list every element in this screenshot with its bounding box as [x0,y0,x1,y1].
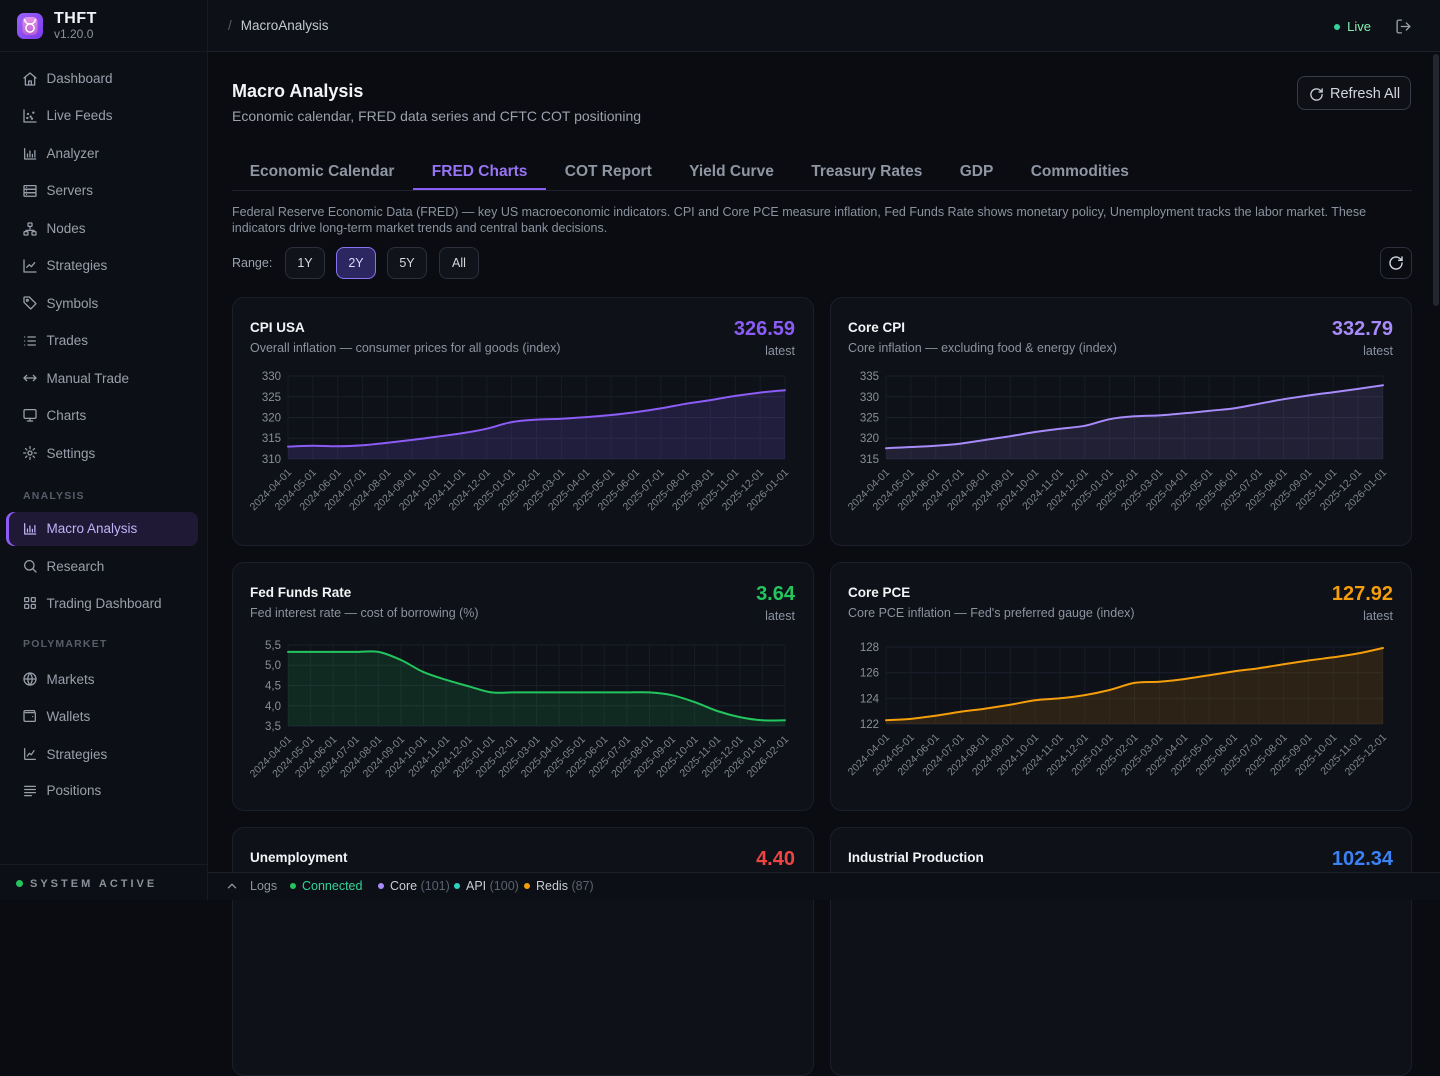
svg-text:124: 124 [860,693,880,705]
svg-text:325: 325 [262,392,281,404]
svg-text:330: 330 [262,371,281,383]
svg-text:315: 315 [860,454,879,466]
svg-text:320: 320 [262,413,281,425]
svg-text:3,5: 3,5 [265,721,281,733]
svg-text:5,0: 5,0 [265,660,281,672]
svg-text:5,5: 5,5 [265,640,281,652]
svg-text:320: 320 [860,433,879,445]
svg-text:126: 126 [860,668,879,680]
svg-text:122: 122 [860,719,879,731]
svg-text:315: 315 [262,433,281,445]
svg-text:325: 325 [860,413,879,425]
svg-text:4,0: 4,0 [265,701,281,713]
svg-text:310: 310 [262,454,281,466]
svg-text:128: 128 [860,642,879,654]
svg-text:4,5: 4,5 [265,681,281,693]
svg-text:330: 330 [860,392,879,404]
svg-text:335: 335 [860,371,879,383]
